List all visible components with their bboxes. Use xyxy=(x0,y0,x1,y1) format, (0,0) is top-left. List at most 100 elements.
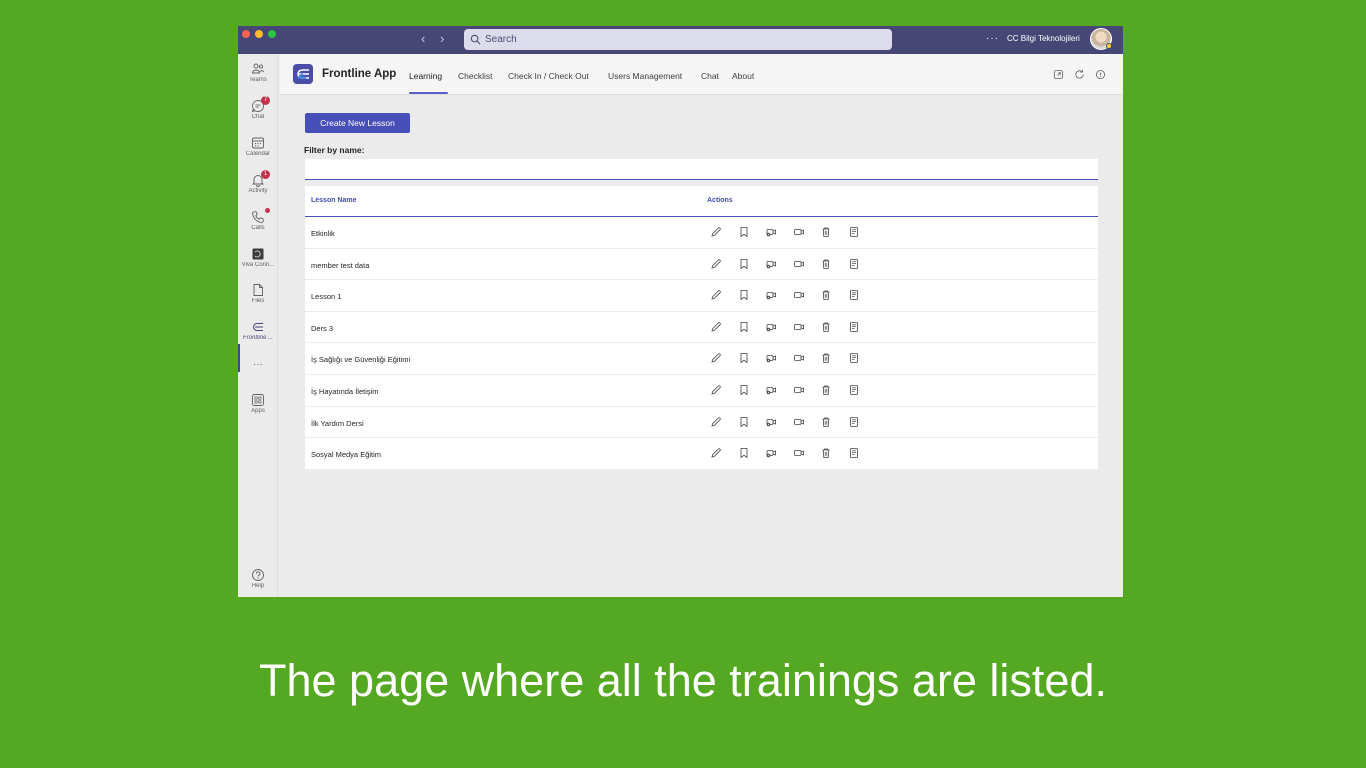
search-bar[interactable]: Search xyxy=(464,29,892,50)
edit-icon[interactable] xyxy=(710,384,722,396)
create-new-lesson-button[interactable]: Create New Lesson xyxy=(305,113,410,133)
rail-label: Teams xyxy=(249,77,267,83)
tab-about[interactable]: About xyxy=(732,71,754,81)
bookmark-icon[interactable] xyxy=(738,321,750,333)
video-icon[interactable] xyxy=(793,258,805,270)
video-icon[interactable] xyxy=(793,289,805,301)
file-icon xyxy=(253,284,263,296)
maximize-window-button[interactable] xyxy=(268,30,276,38)
video-assign-icon[interactable] xyxy=(765,352,777,364)
row-actions xyxy=(710,416,876,428)
forward-arrow-icon[interactable]: › xyxy=(440,32,444,46)
info-shield-icon[interactable] xyxy=(1095,69,1106,80)
tab-learning[interactable]: Learning xyxy=(409,71,442,81)
rail-item-help[interactable]: Help xyxy=(238,568,278,589)
rail-label: Activity xyxy=(248,188,268,194)
bookmark-icon[interactable] xyxy=(738,352,750,364)
rail-item-viva-connections[interactable]: Viva Conn... xyxy=(238,247,278,268)
report-icon[interactable] xyxy=(848,258,860,270)
bookmark-icon[interactable] xyxy=(738,384,750,396)
status-indicator xyxy=(1106,43,1112,49)
column-header-lesson-name: Lesson Name xyxy=(311,197,357,204)
video-icon[interactable] xyxy=(793,321,805,333)
row-actions xyxy=(710,384,876,396)
tab-users-management[interactable]: Users Management xyxy=(608,71,682,81)
rail-item-more[interactable]: ··· xyxy=(238,358,278,370)
rail-label: Apps xyxy=(251,408,265,414)
edit-icon[interactable] xyxy=(710,416,722,428)
edit-icon[interactable] xyxy=(710,289,722,301)
org-name[interactable]: CC Bilgi Teknolojileri xyxy=(1007,34,1080,43)
edit-icon[interactable] xyxy=(710,258,722,270)
video-assign-icon[interactable] xyxy=(765,447,777,459)
report-icon[interactable] xyxy=(848,226,860,238)
tab-check-in-out[interactable]: Check In / Check Out xyxy=(508,71,589,81)
video-assign-icon[interactable] xyxy=(765,321,777,333)
bookmark-icon[interactable] xyxy=(738,447,750,459)
apps-icon xyxy=(252,394,264,406)
video-icon[interactable] xyxy=(793,416,805,428)
video-assign-icon[interactable] xyxy=(765,226,777,238)
row-actions xyxy=(710,289,876,301)
active-tab-indicator xyxy=(409,92,448,94)
caption: The page where all the trainings are lis… xyxy=(259,655,1107,706)
delete-icon[interactable] xyxy=(820,289,832,301)
rail-item-files[interactable]: Files xyxy=(238,283,278,304)
edit-icon[interactable] xyxy=(710,447,722,459)
rail-item-frontline-app[interactable]: Frontline ... xyxy=(238,320,278,341)
report-icon[interactable] xyxy=(848,289,860,301)
rail-item-activity[interactable]: 1 Activity xyxy=(238,170,278,194)
rail-item-apps[interactable]: Apps xyxy=(238,393,278,414)
table-row: Ders 3 xyxy=(305,312,1098,344)
delete-icon[interactable] xyxy=(820,321,832,333)
table-row: İş Hayatında İletişim xyxy=(305,375,1098,407)
tab-checklist[interactable]: Checklist xyxy=(458,71,492,81)
chat-badge: 7 xyxy=(261,96,270,105)
bookmark-icon[interactable] xyxy=(738,226,750,238)
lesson-name: Sosyal Medya Eğitim xyxy=(311,450,382,460)
close-window-button[interactable] xyxy=(242,30,250,38)
delete-icon[interactable] xyxy=(820,352,832,364)
rail-item-teams[interactable]: Teams xyxy=(238,62,278,83)
rail-item-calendar[interactable]: Calendar xyxy=(238,136,278,157)
table-row: Etkinlik xyxy=(305,217,1098,249)
video-assign-icon[interactable] xyxy=(765,384,777,396)
report-icon[interactable] xyxy=(848,447,860,459)
back-arrow-icon[interactable]: ‹ xyxy=(421,32,425,46)
delete-icon[interactable] xyxy=(820,384,832,396)
edit-icon[interactable] xyxy=(710,226,722,238)
lessons-table: Lesson Name Actions Etkinlik member test … xyxy=(305,186,1098,470)
delete-icon[interactable] xyxy=(820,416,832,428)
delete-icon[interactable] xyxy=(820,447,832,459)
edit-icon[interactable] xyxy=(710,352,722,364)
video-icon[interactable] xyxy=(793,384,805,396)
refresh-icon[interactable] xyxy=(1074,69,1085,80)
delete-icon[interactable] xyxy=(820,258,832,270)
minimize-window-button[interactable] xyxy=(255,30,263,38)
rail-label: Calendar xyxy=(245,151,271,157)
report-icon[interactable] xyxy=(848,384,860,396)
video-icon[interactable] xyxy=(793,352,805,364)
popout-icon[interactable] xyxy=(1053,69,1064,80)
filter-label: Filter by name: xyxy=(304,145,365,155)
tab-chat[interactable]: Chat xyxy=(701,71,719,81)
video-assign-icon[interactable] xyxy=(765,258,777,270)
report-icon[interactable] xyxy=(848,416,860,428)
report-icon[interactable] xyxy=(848,321,860,333)
bookmark-icon[interactable] xyxy=(738,258,750,270)
bookmark-icon[interactable] xyxy=(738,289,750,301)
more-options-icon[interactable]: ··· xyxy=(986,33,999,44)
delete-icon[interactable] xyxy=(820,226,832,238)
video-assign-icon[interactable] xyxy=(765,289,777,301)
video-assign-icon[interactable] xyxy=(765,416,777,428)
rail-label: Viva Conn... xyxy=(241,262,275,268)
rail-label: Frontline ... xyxy=(242,335,273,341)
video-icon[interactable] xyxy=(793,226,805,238)
filter-by-name-input[interactable] xyxy=(305,159,1098,180)
edit-icon[interactable] xyxy=(710,321,722,333)
bookmark-icon[interactable] xyxy=(738,416,750,428)
video-icon[interactable] xyxy=(793,447,805,459)
report-icon[interactable] xyxy=(848,352,860,364)
rail-item-chat[interactable]: 7 Chat xyxy=(238,96,278,120)
rail-item-calls[interactable]: Calls xyxy=(238,208,278,231)
